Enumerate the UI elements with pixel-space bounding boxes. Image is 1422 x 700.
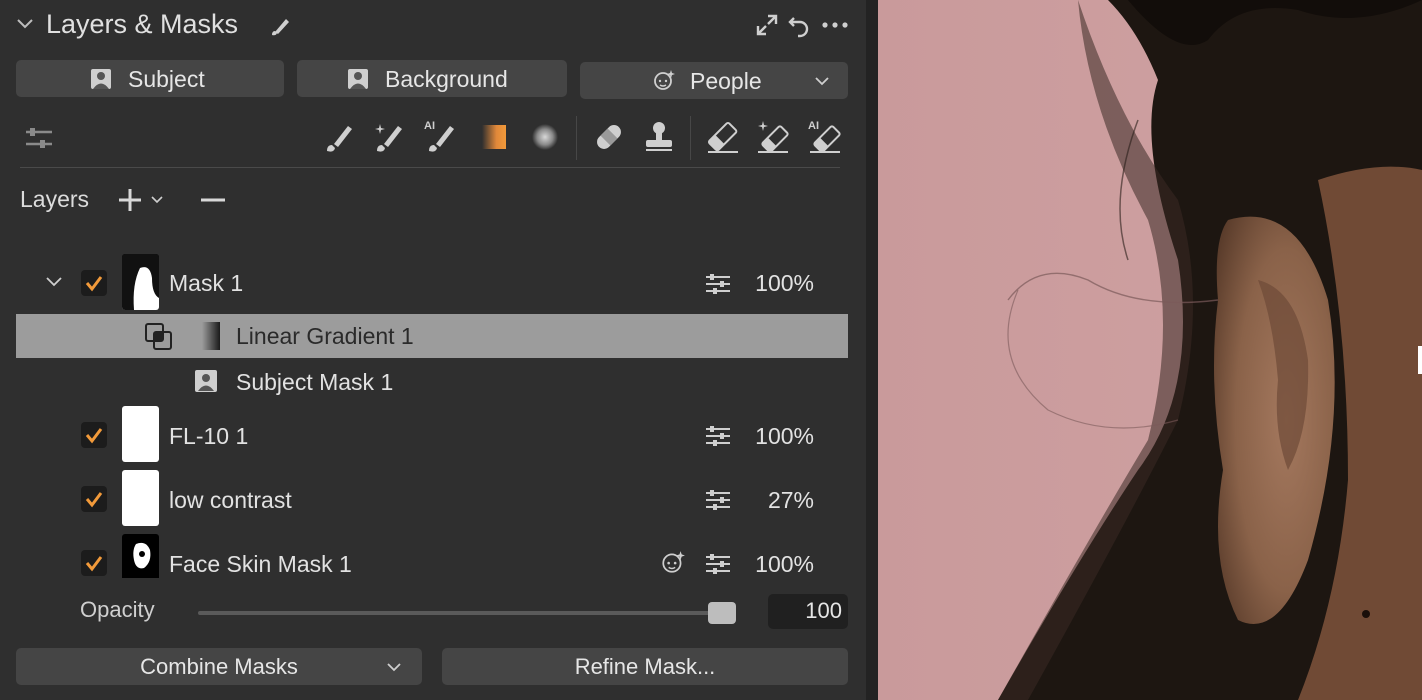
layer-name: Mask 1 <box>169 270 244 296</box>
layer-visibility-checkbox[interactable] <box>81 270 107 296</box>
layer-visibility-checkbox[interactable] <box>81 486 107 512</box>
opacity-label: Opacity <box>80 597 155 622</box>
radial-gradient-icon[interactable] <box>528 118 562 156</box>
layer-row[interactable]: low contrast 27% <box>16 470 848 528</box>
chevron-down-icon <box>387 663 401 672</box>
layers-label: Layers <box>20 186 90 212</box>
linear-gradient-icon <box>202 322 220 350</box>
svg-text:AI: AI <box>808 120 819 132</box>
magic-eraser-icon[interactable] <box>756 118 790 156</box>
combine-masks-dropdown[interactable]: Combine Masks <box>16 648 422 685</box>
layer-name: low contrast <box>169 487 292 513</box>
image-viewer[interactable] <box>878 0 1422 700</box>
panel-header: Layers & Masks <box>0 0 866 52</box>
photo-canvas <box>878 0 1422 700</box>
adjustments-icon[interactable] <box>704 272 732 296</box>
layers-masks-panel: Layers & Masks Subject Background People <box>0 0 866 700</box>
subject-mask-button[interactable]: Subject <box>16 60 284 97</box>
layer-visibility-checkbox[interactable] <box>81 422 107 448</box>
layer-mask-thumbnail <box>122 534 159 578</box>
add-layer-button[interactable] <box>116 186 168 214</box>
undo-icon[interactable] <box>786 12 812 38</box>
chevron-down-icon[interactable] <box>44 274 64 290</box>
adjustments-icon[interactable] <box>704 424 732 448</box>
chevron-down-icon[interactable] <box>14 13 36 35</box>
opacity-value-field[interactable]: 100 <box>768 594 848 629</box>
magic-brush-icon[interactable] <box>372 118 406 156</box>
eraser-icon[interactable] <box>706 118 740 156</box>
layer-mask-thumbnail <box>122 406 159 462</box>
adjustments-icon[interactable] <box>704 552 732 576</box>
checkmark-icon <box>85 428 103 444</box>
person-square-icon <box>195 370 217 392</box>
panel-divider[interactable] <box>866 0 878 700</box>
tool-row-divider <box>20 167 840 168</box>
more-icon[interactable] <box>820 12 850 38</box>
person-square-icon <box>91 69 111 89</box>
mask-name: Subject Mask 1 <box>236 369 394 395</box>
linear-gradient-icon[interactable] <box>478 118 512 156</box>
background-mask-button[interactable]: Background <box>297 60 567 97</box>
checkmark-icon <box>85 556 103 572</box>
people-mask-dropdown[interactable]: People <box>580 62 848 99</box>
combine-masks-label: Combine Masks <box>140 654 298 679</box>
brush-icon[interactable] <box>322 118 356 156</box>
brush-edit-icon[interactable] <box>268 12 294 38</box>
person-square-icon <box>348 69 368 89</box>
healing-icon[interactable] <box>592 118 626 156</box>
layer-opacity: 100% <box>755 551 814 577</box>
layer-opacity: 27% <box>767 487 814 513</box>
tool-separator <box>690 116 691 160</box>
layer-opacity: 100% <box>755 423 814 449</box>
layer-visibility-checkbox[interactable] <box>81 550 107 576</box>
layer-row[interactable]: Face Skin Mask 1 100% <box>16 534 848 578</box>
refine-mask-label: Refine Mask... <box>574 654 716 679</box>
layer-mask-thumbnail <box>122 254 159 310</box>
opacity-slider-thumb[interactable] <box>708 602 736 624</box>
layer-mask-thumbnail <box>122 470 159 526</box>
mask-name: Linear Gradient 1 <box>236 323 414 349</box>
ai-brush-icon[interactable]: AI <box>424 118 458 156</box>
mask-row[interactable]: Subject Mask 1 <box>16 360 848 404</box>
chevron-down-icon <box>815 77 829 86</box>
checkmark-icon <box>85 276 103 292</box>
layer-name: FL-10 1 <box>169 423 249 449</box>
face-sparkle-icon <box>662 551 685 573</box>
adjustments-icon[interactable] <box>22 118 56 156</box>
layer-row[interactable]: FL-10 1 100% <box>16 406 848 464</box>
checkmark-icon <box>85 492 103 508</box>
adjustments-icon[interactable] <box>704 488 732 512</box>
layer-row[interactable]: Mask 1 100% <box>16 254 848 312</box>
mask-row-selected[interactable]: Linear Gradient 1 <box>16 314 848 358</box>
combine-mask-icon[interactable] <box>144 322 174 352</box>
refine-mask-button[interactable]: Refine Mask... <box>442 648 848 685</box>
svg-text:AI: AI <box>424 120 435 132</box>
layer-name: Face Skin Mask 1 <box>169 551 352 577</box>
ai-eraser-icon[interactable]: AI <box>808 118 842 156</box>
opacity-slider[interactable] <box>198 611 736 615</box>
expand-icon[interactable] <box>754 12 780 38</box>
layer-opacity: 100% <box>755 270 814 296</box>
face-sparkle-icon <box>654 70 675 90</box>
remove-layer-button[interactable] <box>198 186 228 214</box>
tool-separator <box>576 116 577 160</box>
clone-stamp-icon[interactable] <box>642 118 676 156</box>
panel-title: Layers & Masks <box>46 9 239 39</box>
